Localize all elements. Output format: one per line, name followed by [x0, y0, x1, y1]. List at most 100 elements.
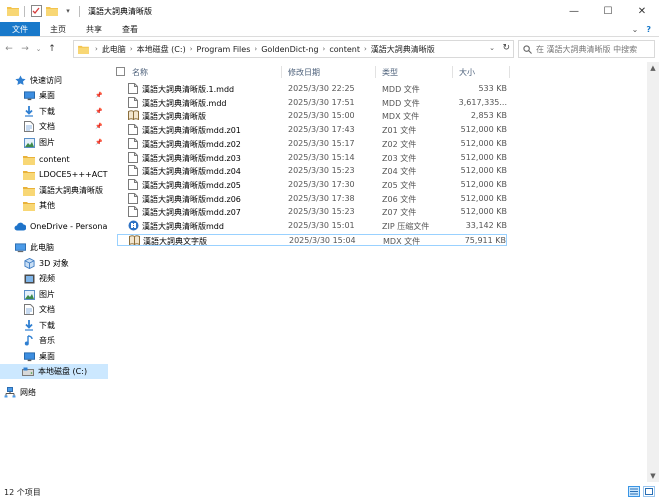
- column-divider[interactable]: [452, 66, 453, 78]
- address-bar[interactable]: › 此电脑 › 本地磁盘 (C:) › Program Files › Gold…: [73, 40, 514, 58]
- sidebar-item-label: 桌面: [39, 352, 55, 361]
- breadcrumb-current-folder[interactable]: 漢語大詞典清晰版: [371, 44, 435, 55]
- file-type: Z03 文件: [382, 153, 417, 163]
- tab-view[interactable]: 查看: [112, 22, 148, 36]
- file-type: Z01 文件: [382, 126, 417, 136]
- breadcrumb-local-disk[interactable]: 本地磁盘 (C:): [137, 44, 186, 55]
- column-divider[interactable]: [375, 66, 376, 78]
- sidebar-item[interactable]: 漢語大詞典清晰版: [0, 183, 108, 198]
- sidebar-item-label: 音乐: [39, 336, 55, 345]
- up-button[interactable]: ↑: [45, 42, 59, 56]
- recent-locations-button[interactable]: ⌄: [34, 42, 43, 56]
- search-box[interactable]: 在 漢語大詞典清晰版 中搜索: [518, 40, 655, 58]
- chevron-right-icon[interactable]: ›: [323, 45, 326, 53]
- column-header-size[interactable]: 大小: [459, 67, 475, 78]
- sidebar-item[interactable]: LDOCE5+++ACTI': [0, 167, 108, 182]
- file-list-scrollbar[interactable]: ▲ ▼: [647, 62, 659, 482]
- sidebar-item[interactable]: 网络: [0, 385, 108, 400]
- title-bar: ▾ 漢語大詞典清晰版 — ☐ ✕: [0, 0, 659, 22]
- large-icons-view-icon[interactable]: [643, 486, 655, 497]
- properties-icon[interactable]: [29, 4, 43, 18]
- file-name: 漢語大詞典清晰版mdd.z05: [142, 180, 241, 190]
- breadcrumb-goldendict[interactable]: GoldenDict-ng: [261, 45, 318, 54]
- file-row[interactable]: 漢語大詞典文字版 2025/3/30 15:04 MDX 文件 75,911 KB: [117, 233, 507, 246]
- file-modified-date: 2025/3/30 15:14: [288, 152, 355, 162]
- sidebar-item[interactable]: 3D 对象: [0, 256, 108, 271]
- chevron-right-icon[interactable]: ›: [364, 45, 367, 53]
- chevron-right-icon[interactable]: ›: [95, 45, 98, 53]
- column-divider[interactable]: [509, 66, 510, 78]
- breadcrumb-program-files[interactable]: Program Files: [197, 45, 251, 54]
- tab-home[interactable]: 主页: [40, 22, 76, 36]
- sidebar-item[interactable]: 此电脑: [0, 240, 108, 255]
- file-row[interactable]: 漢語大詞典清晰版mdd.z04 2025/3/30 15:23 Z04 文件 512,…: [117, 165, 507, 177]
- sidebar-item[interactable]: 桌面: [0, 349, 108, 364]
- sidebar-item-label: 3D 对象: [39, 259, 69, 268]
- file-row[interactable]: 漢語大詞典清晰版mdd.z03 2025/3/30 15:14 Z03 文件 512,…: [117, 151, 507, 164]
- navigation-bar: ← → ⌄ ↑ › 此电脑 › 本地磁盘 (C:) › Program File…: [0, 38, 659, 60]
- column-header-type[interactable]: 类型: [382, 67, 398, 78]
- back-button[interactable]: ←: [2, 42, 16, 56]
- window-controls: — ☐ ✕: [557, 0, 659, 22]
- chevron-right-icon[interactable]: ›: [190, 45, 193, 53]
- sidebar-item[interactable]: 下载: [0, 318, 108, 333]
- file-name: 漢語大詞典清晰版.1.mdd: [142, 85, 235, 94]
- customize-toolbar-icon[interactable]: ▾: [61, 4, 75, 18]
- sidebar-item[interactable]: 本地磁盘 (C:): [0, 364, 108, 379]
- file-row[interactable]: 漢語大詞典清晰版mdd.z05 2025/3/30 17:30 Z05 文件 512,…: [117, 178, 507, 191]
- folder-icon: [78, 45, 89, 54]
- quick-access-toolbar: ▾: [0, 4, 82, 18]
- tab-share[interactable]: 共享: [76, 22, 112, 36]
- file-size: 512,000 KB: [460, 138, 507, 148]
- folder-icon: [6, 4, 20, 18]
- file-row[interactable]: 漢語大詞典清晰版mdd.z06 2025/3/30 17:38 Z06 文件 512,…: [117, 192, 507, 205]
- sidebar-item[interactable]: 快速访问: [0, 73, 108, 88]
- select-all-checkbox[interactable]: [116, 67, 125, 76]
- file-row[interactable]: 漢語大詞典清晰版.mdd 2025/3/30 17:51 MDD 文件 3,617,3…: [117, 96, 507, 109]
- sidebar-item[interactable]: 桌面 📌: [0, 88, 108, 103]
- breadcrumb-this-pc[interactable]: 此电脑: [102, 44, 126, 55]
- sidebar-item[interactable]: content: [0, 152, 108, 167]
- scroll-up-icon[interactable]: ▲: [647, 62, 659, 74]
- chevron-right-icon[interactable]: ›: [130, 45, 133, 53]
- file-row[interactable]: 漢語大詞典清晰版mdd.z01 2025/3/30 17:43 Z01 文件 512,…: [117, 124, 507, 136]
- file-row[interactable]: 漢語大詞典清晰版mdd 2025/3/30 15:01 ZIP 压缩文件 33,142…: [117, 220, 507, 232]
- sidebar-item[interactable]: 图片: [0, 287, 108, 302]
- sidebar-item[interactable]: OneDrive - Persona: [0, 219, 108, 234]
- folder-icon: [23, 154, 35, 166]
- sidebar-item[interactable]: 文档: [0, 302, 108, 317]
- file-size: 512,000 KB: [460, 166, 507, 176]
- refresh-icon[interactable]: ↻: [502, 43, 510, 53]
- file-row[interactable]: 漢語大詞典清晰版.1.mdd 2025/3/30 22:25 MDD 文件 533 K…: [117, 83, 507, 95]
- tab-file[interactable]: 文件: [0, 22, 40, 36]
- sidebar-item[interactable]: 视频: [0, 271, 108, 286]
- column-divider[interactable]: [281, 66, 282, 78]
- drive-icon: [22, 366, 34, 378]
- sidebar-item[interactable]: 图片 📌: [0, 135, 108, 150]
- file-list: 名称 修改日期 类型 大小 漢語大詞典清晰版.1.mdd 2025/3/30 22…: [111, 64, 643, 484]
- new-folder-icon[interactable]: [45, 4, 59, 18]
- maximize-button[interactable]: ☐: [591, 0, 625, 22]
- close-button[interactable]: ✕: [625, 0, 659, 22]
- file-icon: [128, 137, 139, 149]
- divider: [24, 5, 25, 17]
- file-row[interactable]: 漢語大詞典清晰版mdd.z02 2025/3/30 15:17 Z02 文件 512,…: [117, 137, 507, 150]
- column-header-modified[interactable]: 修改日期: [288, 67, 320, 78]
- file-row[interactable]: 漢語大詞典清晰版 2025/3/30 15:00 MDX 文件 2,853 KB: [117, 110, 507, 122]
- sidebar-item[interactable]: 音乐: [0, 333, 108, 348]
- sidebar-item[interactable]: 下载 📌: [0, 104, 108, 119]
- expand-ribbon-icon[interactable]: ⌄: [632, 25, 639, 34]
- details-view-icon[interactable]: [628, 486, 640, 497]
- help-icon[interactable]: ?: [646, 25, 651, 34]
- file-size: 512,000 KB: [460, 152, 507, 162]
- file-row[interactable]: 漢語大詞典清晰版mdd.z07 2025/3/30 15:23 Z07 文件 512,…: [117, 206, 507, 218]
- address-dropdown-icon[interactable]: ⌄: [489, 44, 495, 52]
- scroll-down-icon[interactable]: ▼: [647, 470, 659, 482]
- chevron-right-icon[interactable]: ›: [254, 45, 257, 53]
- sidebar-item[interactable]: 其他: [0, 198, 108, 213]
- breadcrumb-content[interactable]: content: [329, 45, 360, 54]
- minimize-button[interactable]: —: [557, 0, 591, 22]
- forward-button[interactable]: →: [18, 42, 32, 56]
- column-header-name[interactable]: 名称: [132, 67, 148, 78]
- sidebar-item[interactable]: 文档 📌: [0, 119, 108, 134]
